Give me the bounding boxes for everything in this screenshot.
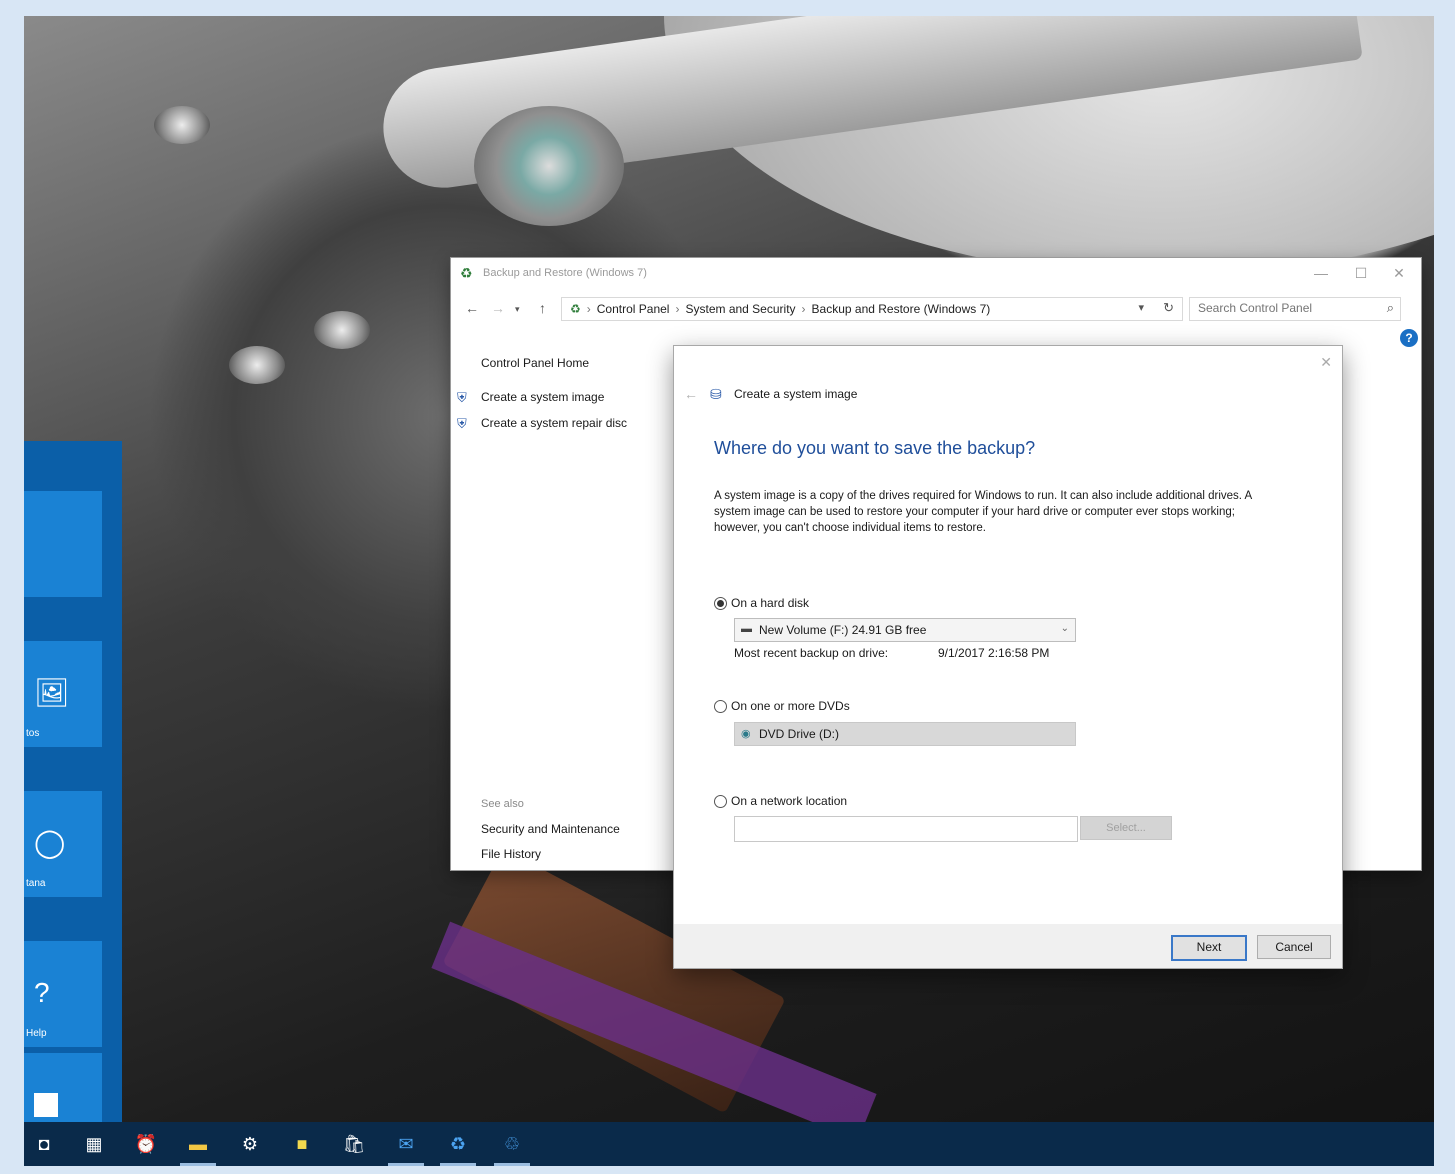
window-title: Backup and Restore (Windows 7) — [483, 267, 647, 279]
help-question-icon[interactable]: ? — [1400, 329, 1418, 347]
network-option[interactable]: On a network location — [714, 794, 847, 808]
start-tile-notes[interactable] — [24, 1053, 102, 1131]
dialog-footer: Next Cancel — [674, 924, 1342, 968]
dialog-question: Where do you want to save the backup? — [714, 438, 1036, 458]
control-panel-left-pane: Control Panel Home ⛨ Create a system imag… — [457, 356, 671, 470]
calculator-icon[interactable]: ▦ — [82, 1132, 106, 1156]
security-maintenance-link[interactable]: Security and Maintenance — [481, 822, 620, 836]
breadcrumb-item[interactable]: Backup and Restore (Windows 7) — [812, 302, 991, 316]
dvd-option[interactable]: On one or more DVDs — [714, 699, 850, 713]
breadcrumb-item[interactable]: System and Security — [685, 302, 795, 316]
dialog-description: A system image is a copy of the drives r… — [714, 490, 1252, 534]
maximize-button[interactable]: ☐ — [1341, 262, 1381, 284]
mail-icon[interactable]: ✉ — [388, 1132, 424, 1166]
recent-dropdown-icon[interactable]: ▾ — [515, 304, 520, 315]
wallpaper-screw — [154, 106, 210, 144]
dvd-select-value: DVD Drive (D:) — [759, 727, 839, 741]
chevron-down-icon: ⌄ — [1060, 623, 1069, 634]
wallpaper-spindle — [474, 106, 624, 226]
recent-backup-label: Most recent backup on drive: — [734, 646, 889, 660]
control-panel-icon: ♻ — [570, 302, 581, 316]
dialog-back-arrow-icon[interactable]: ← — [684, 386, 698, 402]
alarm-icon[interactable]: ⏰ — [134, 1132, 158, 1156]
hard-disk-select-value: New Volume (F:) 24.91 GB free — [759, 623, 927, 637]
address-bar-row: ← → ▾ ↑ ♻ › Control Panel › System and Secur… — [451, 294, 1421, 324]
close-button[interactable]: ✕ — [1379, 262, 1419, 284]
network-radio[interactable] — [714, 794, 727, 808]
dialog-close-icon[interactable]: ✕ — [1320, 354, 1332, 371]
start-menu-panel: 🖼 tos ◯ tana ? Help — [24, 441, 122, 1131]
address-dropdown-icon[interactable]: ▾ — [1138, 301, 1144, 314]
network-location-input[interactable] — [734, 816, 1078, 842]
task-link-label: Create a system image — [481, 390, 605, 404]
store-icon[interactable]: 🛍 — [342, 1132, 366, 1156]
backup-restore-icon: ♻ — [460, 265, 473, 281]
task-link-label: Create a system repair disc — [481, 416, 628, 430]
help-icon: ? — [34, 977, 50, 1008]
start-tile-cortana[interactable]: ◯ tana — [24, 791, 102, 897]
shield-icon: ⛨ — [457, 416, 467, 431]
file-explorer-icon[interactable]: ▬ — [180, 1132, 216, 1166]
address-box[interactable]: ♻ › Control Panel › System and Security › Back… — [561, 297, 1183, 321]
refresh-icon[interactable]: ↻ — [1163, 300, 1174, 316]
camera-icon[interactable]: ◘ — [32, 1132, 56, 1156]
dvd-drive-icon: ◉ — [741, 728, 751, 740]
control-panel-home-link[interactable]: Control Panel Home — [481, 356, 671, 370]
desktop-screen: 🖼 tos ◯ tana ? Help ♻ Backup and Restore… — [24, 16, 1434, 1166]
dvd-label: On one or more DVDs — [731, 699, 850, 713]
cancel-button[interactable]: Cancel — [1257, 935, 1331, 959]
window-titlebar: ♻ Backup and Restore (Windows 7) — ☐ ✕ — [451, 258, 1421, 288]
search-input[interactable] — [1190, 298, 1376, 318]
start-tile-label: tos — [26, 728, 40, 739]
see-also-heading: See also — [481, 798, 524, 810]
drive-icon: ▬ — [741, 623, 752, 635]
hard-disk-radio[interactable] — [714, 596, 727, 610]
network-label: On a network location — [731, 794, 848, 808]
start-tile-label: Help — [26, 1028, 47, 1039]
breadcrumb: ♻ › Control Panel › System and Security › Back… — [570, 302, 991, 316]
search-box[interactable]: ⌕ — [1189, 297, 1401, 321]
wallpaper-screw — [229, 346, 285, 384]
taskbar: ◘ ▦ ⏰ ▬ ⚙ ■ 🛍 ✉ ♻ ♲ — [24, 1122, 1434, 1166]
network-select-button[interactable]: Select... — [1080, 816, 1172, 840]
create-repair-disc-link[interactable]: ⛨ Create a system repair disc — [457, 416, 628, 431]
start-tile-help[interactable]: ? Help — [24, 941, 102, 1047]
sticky-note-icon — [34, 1093, 58, 1117]
search-icon[interactable]: ⌕ — [1387, 300, 1394, 316]
start-tile-label: tana — [26, 878, 46, 889]
create-system-image-link[interactable]: ⛨ Create a system image — [457, 390, 605, 405]
breadcrumb-item[interactable]: Control Panel — [597, 302, 670, 316]
minimize-button[interactable]: — — [1301, 262, 1341, 284]
dvd-select[interactable]: ◉ DVD Drive (D:) — [734, 722, 1076, 746]
hard-disk-option[interactable]: On a hard disk — [714, 596, 809, 610]
control-panel-icon[interactable]: ♻ — [440, 1132, 476, 1166]
start-tile-blank[interactable] — [24, 491, 102, 597]
file-history-link[interactable]: File History — [481, 847, 541, 861]
photos-icon: 🖼 — [34, 677, 70, 708]
cortana-icon: ◯ — [34, 827, 66, 858]
backup-icon[interactable]: ♲ — [494, 1132, 530, 1166]
dialog-header: Create a system image — [734, 387, 858, 401]
dvd-radio[interactable] — [714, 699, 727, 713]
settings-icon[interactable]: ⚙ — [238, 1132, 262, 1156]
hard-disk-label: On a hard disk — [731, 596, 810, 610]
hard-disk-select[interactable]: ▬ New Volume (F:) 24.91 GB free ⌄ — [734, 618, 1076, 642]
sticky-notes-icon[interactable]: ■ — [290, 1132, 314, 1156]
forward-arrow-icon[interactable]: → — [491, 300, 505, 316]
wallpaper-screw — [314, 311, 370, 349]
back-arrow-icon[interactable]: ← — [465, 300, 479, 316]
system-image-icon: ⛁ — [710, 386, 722, 402]
create-system-image-dialog: ✕ ← ⛁ Create a system image Where do you… — [674, 346, 1342, 968]
start-tile-photos[interactable]: 🖼 tos — [24, 641, 102, 747]
next-button[interactable]: Next — [1171, 935, 1247, 961]
recent-backup-value: 9/1/2017 2:16:58 PM — [938, 646, 1050, 660]
up-arrow-icon[interactable]: ↑ — [539, 300, 546, 316]
shield-icon: ⛨ — [457, 390, 467, 405]
